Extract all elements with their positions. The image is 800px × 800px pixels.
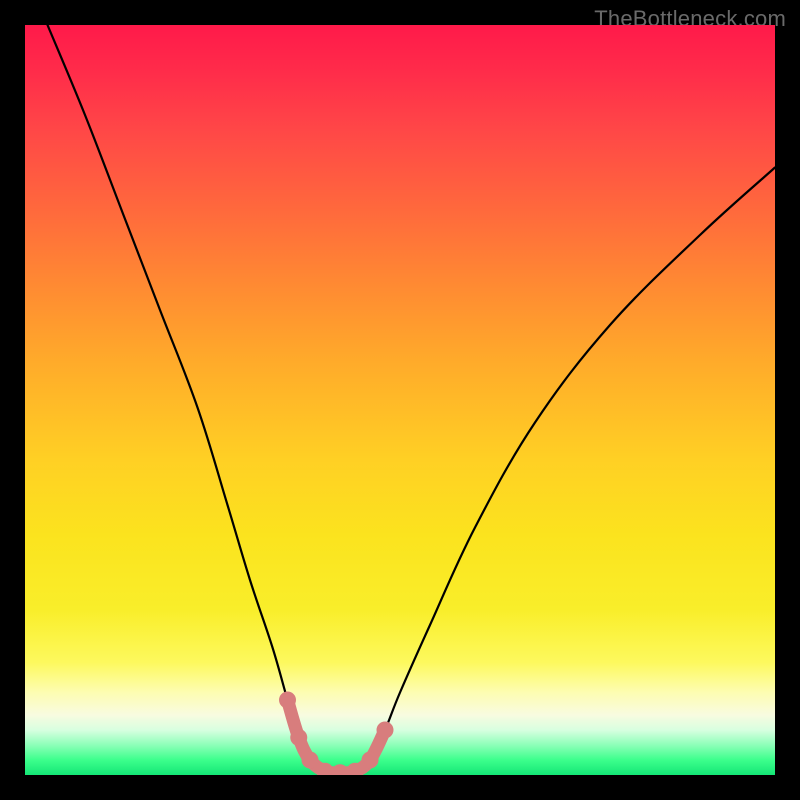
optimal-zone-dots bbox=[279, 692, 394, 776]
plot-area bbox=[25, 25, 775, 775]
optimal-zone-dot bbox=[290, 729, 307, 746]
curve-overlay bbox=[25, 25, 775, 775]
optimal-zone-dot bbox=[279, 692, 296, 709]
optimal-zone-dot bbox=[377, 722, 394, 739]
optimal-zone-dot bbox=[302, 752, 319, 769]
optimal-zone-dot bbox=[332, 764, 349, 775]
chart-frame: TheBottleneck.com bbox=[0, 0, 800, 800]
bottleneck-curve-line bbox=[48, 25, 776, 773]
optimal-zone-dot bbox=[362, 752, 379, 769]
